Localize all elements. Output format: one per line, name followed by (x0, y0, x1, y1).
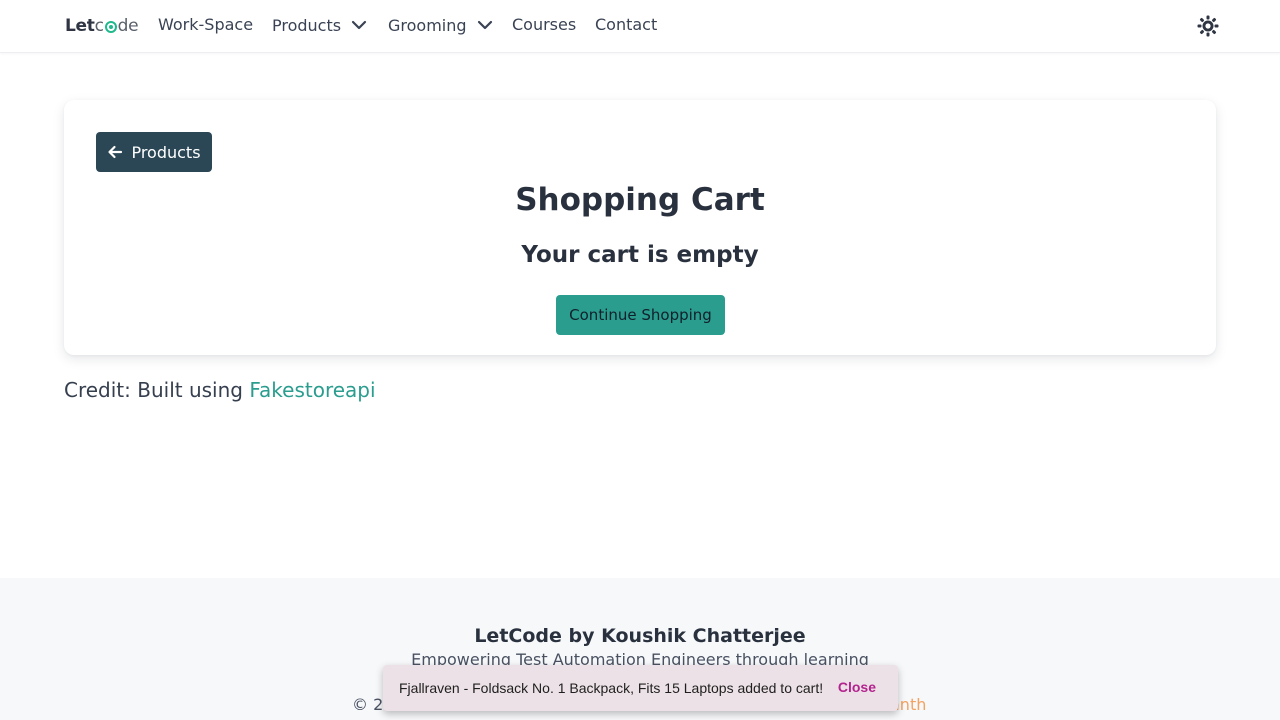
nav-work-space-label: Work-Space (158, 15, 254, 34)
continue-shopping-button[interactable]: Continue Shopping (556, 295, 725, 335)
empty-cart-message: Your cart is empty (521, 242, 759, 268)
sun-icon[interactable] (1196, 14, 1220, 38)
nav-courses-label: Courses (512, 15, 577, 34)
nav-courses[interactable]: Courses (512, 15, 576, 34)
logo-o-icon (104, 21, 117, 33)
cart-toast-notification: Fjallraven - Foldsack No. 1 Backpack, Fi… (383, 665, 898, 711)
arrow-left-icon (108, 145, 123, 159)
nav-contact-label: Contact (595, 15, 658, 34)
nav-products-label: Products (272, 15, 342, 35)
nav-grooming-dropdown[interactable]: Grooming (388, 15, 495, 35)
chevron-down-icon (351, 20, 367, 30)
toast-message: Fjallraven - Foldsack No. 1 Backpack, Fi… (399, 680, 824, 696)
top-navbar: Let c de Work-Space Products Grooming Cour… (0, 0, 1280, 53)
nav-products-dropdown[interactable]: Products (272, 15, 369, 35)
credit-prefix: Credit: Built using (64, 378, 250, 402)
footer-title: LetCode by Koushik Chatterjee (474, 625, 806, 647)
nav-work-space[interactable]: Work-Space (158, 15, 253, 34)
nav-contact[interactable]: Contact (595, 15, 657, 34)
toast-close-button[interactable]: Close (838, 679, 876, 695)
back-to-products-button[interactable]: Products (96, 132, 212, 172)
back-button-label: Products (131, 142, 201, 162)
logo-text-de: de (117, 16, 139, 36)
page-title: Shopping Cart (515, 182, 765, 218)
fakestoreapi-link[interactable]: Fakestoreapi (249, 378, 375, 402)
credit-line: Credit: Built using Fakestoreapi (64, 378, 376, 402)
logo-text-c: c (94, 16, 104, 36)
logo-text-let: Let (65, 16, 95, 36)
chevron-down-icon (477, 20, 492, 30)
nav-grooming-label: Grooming (388, 15, 467, 35)
letcode-logo[interactable]: Let c de (65, 14, 139, 38)
shopping-cart-card: Products Shopping Cart Your cart is empt… (64, 100, 1216, 355)
